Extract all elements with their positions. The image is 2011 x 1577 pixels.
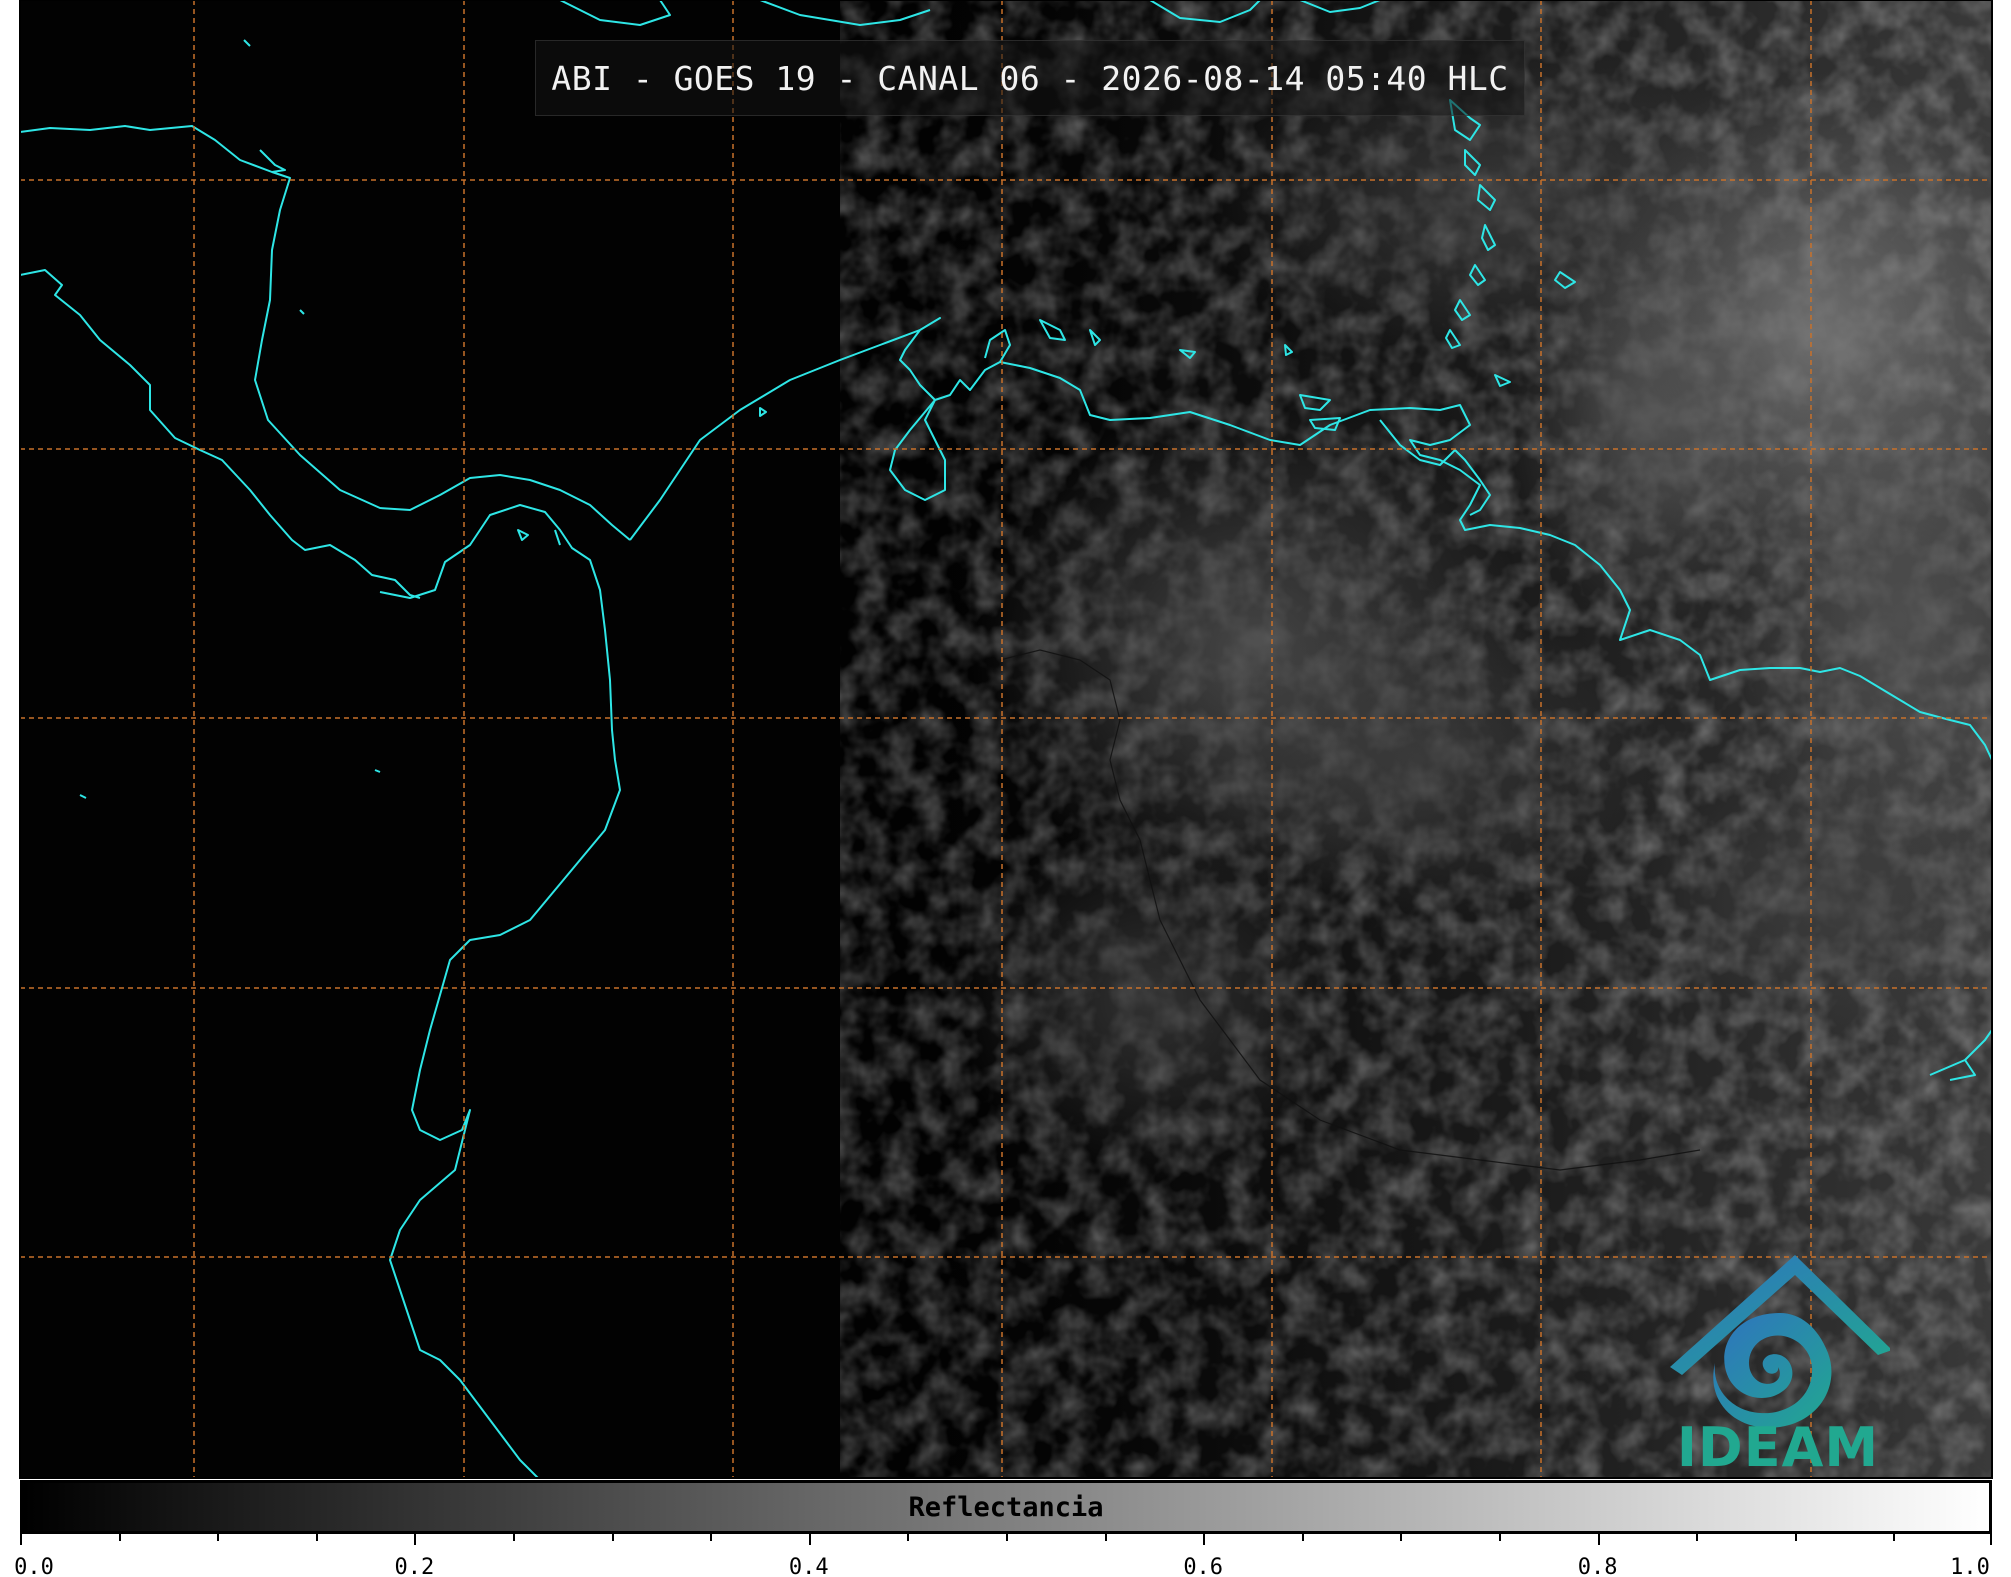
colorbar-minor-tick: [1400, 1533, 1403, 1541]
colorbar-minor-tick: [1301, 1533, 1304, 1541]
colorbar-minor-tick: [513, 1533, 515, 1541]
satellite-image-viewer: ABI - GOES 19 - CANAL 06 - 2026-08-14 05…: [0, 0, 2011, 1577]
colorbar-tick-label: 1.0: [1950, 1555, 1990, 1577]
colorbar-minor-tick: [217, 1533, 220, 1541]
colorbar-major-tick: [1597, 1533, 1600, 1545]
colorbar-minor-tick: [118, 1533, 121, 1541]
colorbar-minor-tick: [1499, 1533, 1501, 1541]
colorbar-tick-label: 0.8: [1577, 1555, 1618, 1577]
colorbar-tick-label: 0.4: [788, 1555, 829, 1577]
colorbar-minor-tick: [1104, 1533, 1107, 1541]
colorbar-minor-tick: [1006, 1533, 1008, 1541]
colorbar-minor-tick: [315, 1533, 318, 1541]
colorbar-major-tick: [1203, 1533, 1206, 1545]
colorbar-label: Reflectancia: [908, 1491, 1104, 1523]
title-banner: ABI - GOES 19 - CANAL 06 - 2026-08-14 05…: [535, 40, 1525, 116]
image-title: ABI - GOES 19 - CANAL 06 - 2026-08-14 05…: [551, 58, 1509, 98]
colorbar-minor-tick: [1696, 1533, 1699, 1541]
colorbar-major-tick: [414, 1533, 417, 1545]
colorbar-minor-tick: [1794, 1533, 1797, 1541]
colorbar-ticks: 0.0 0.2 0.4 0.6 0.8 1.0: [14, 1533, 1992, 1577]
colorbar-major-tick: [808, 1533, 811, 1545]
colorbar-tick-label: 0.6: [1183, 1555, 1224, 1577]
colorbar: Reflectancia: [20, 1480, 1992, 1534]
ideam-logo-text: IDEAM: [1676, 1416, 1880, 1479]
colorbar-tick-label: 0.2: [394, 1555, 435, 1577]
colorbar-minor-tick: [907, 1533, 910, 1541]
colorbar-minor-tick: [1893, 1533, 1896, 1541]
colorbar-minor-tick: [611, 1533, 614, 1541]
colorbar-major-tick: [20, 1533, 22, 1545]
colorbar-tick-label: 0.0: [14, 1555, 54, 1577]
colorbar-minor-tick: [710, 1533, 713, 1541]
colorbar-major-tick: [1990, 1533, 1992, 1545]
